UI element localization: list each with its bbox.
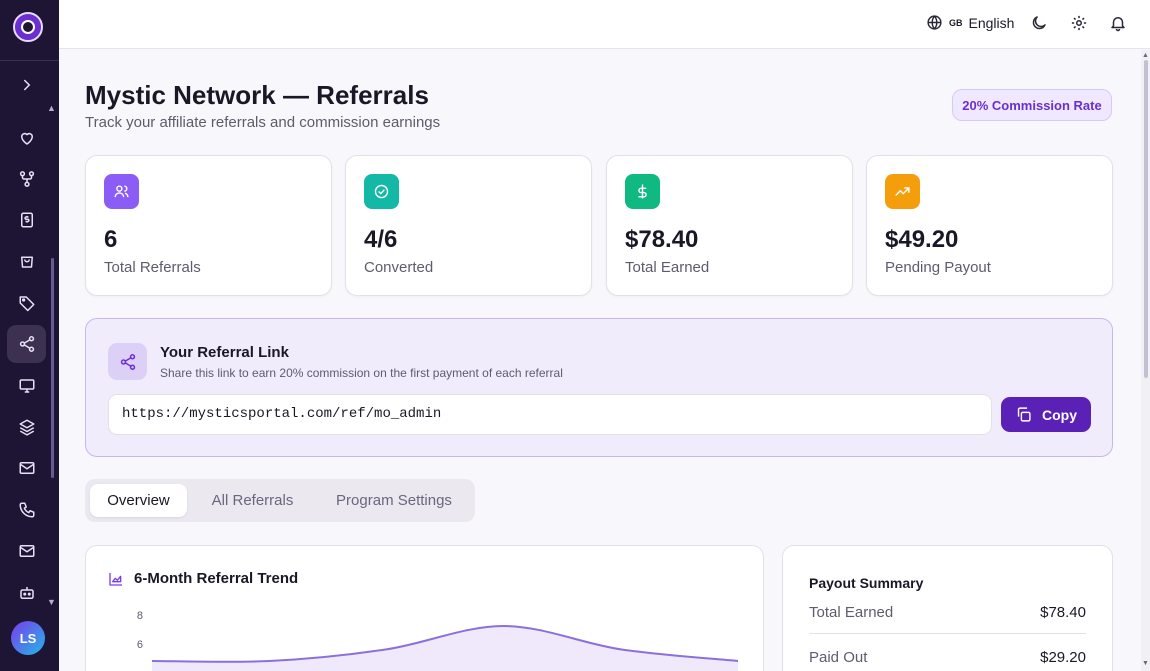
y-tick-label: 8 xyxy=(137,610,143,622)
stat-label: Pending Payout xyxy=(885,259,991,276)
monitor-icon[interactable] xyxy=(14,373,40,399)
sidebar-scrollbar[interactable] xyxy=(51,258,54,478)
commission-rate-badge: 20% Commission Rate xyxy=(952,89,1112,121)
scroll-up-icon[interactable]: ▲ xyxy=(1142,52,1149,59)
globe-icon xyxy=(927,15,942,30)
gear-icon[interactable] xyxy=(1070,14,1090,34)
referral-link-panel: Your Referral Link Share this link to ea… xyxy=(85,318,1113,457)
payout-label: Paid Out xyxy=(809,649,868,666)
check-circle-icon xyxy=(364,174,399,209)
referral-link-description: Share this link to earn 20% commission o… xyxy=(160,366,563,380)
bot-icon[interactable] xyxy=(14,580,40,606)
payout-row-total-earned: Total Earned $78.40 xyxy=(809,604,1086,621)
dollar-icon xyxy=(625,174,660,209)
trend-area xyxy=(152,626,738,671)
stat-value: 6 xyxy=(104,226,118,253)
heart-icon[interactable] xyxy=(14,125,40,151)
tab-program-settings[interactable]: Program Settings xyxy=(318,484,470,517)
stat-card-total-earned: $78.40 Total Earned xyxy=(606,155,853,296)
stat-card-converted: 4/6 Converted xyxy=(345,155,592,296)
page-subtitle: Track your affiliate referrals and commi… xyxy=(85,114,441,131)
language-flag: GB xyxy=(949,17,963,28)
copy-button-label: Copy xyxy=(1042,406,1077,423)
stat-label: Total Earned xyxy=(625,259,710,276)
tab-overview[interactable]: Overview xyxy=(90,484,187,517)
scroll-down-icon[interactable]: ▼ xyxy=(1142,660,1149,667)
layers-icon[interactable] xyxy=(14,414,40,440)
payout-divider xyxy=(809,633,1086,634)
payout-title: Payout Summary xyxy=(809,575,924,591)
copy-button[interactable]: Copy xyxy=(1001,397,1091,432)
sidebar-scroll-up-icon[interactable]: ▲ xyxy=(47,103,56,113)
store-icon[interactable] xyxy=(14,248,40,274)
mail-icon[interactable] xyxy=(14,455,40,481)
main-scrollbar[interactable]: ▲ ▼ xyxy=(1141,50,1150,671)
language-selector[interactable]: GB English xyxy=(926,14,1014,31)
share-icon[interactable] xyxy=(14,331,40,357)
trend-chart: 86 xyxy=(137,610,739,671)
app-logo[interactable] xyxy=(13,12,43,42)
trending-up-icon xyxy=(885,174,920,209)
sidebar: ▲ ▼ LS xyxy=(0,0,59,671)
stat-card-pending-payout: $49.20 Pending Payout xyxy=(866,155,1113,296)
payout-value: $29.20 xyxy=(1040,649,1086,666)
payout-summary-card: Payout Summary Total Earned $78.40 Paid … xyxy=(782,545,1113,671)
payout-label: Total Earned xyxy=(809,604,894,621)
referral-trend-card: 6-Month Referral Trend 86 xyxy=(85,545,764,671)
avatar[interactable]: LS xyxy=(11,621,45,655)
stat-value: $78.40 xyxy=(625,226,699,253)
phone-icon[interactable] xyxy=(14,497,40,523)
tag-icon[interactable] xyxy=(14,290,40,316)
stat-card-total-referrals: 6 Total Referrals xyxy=(85,155,332,296)
network-icon[interactable] xyxy=(14,166,40,192)
language-label: English xyxy=(968,14,1015,31)
stat-label: Total Referrals xyxy=(104,259,201,276)
sidebar-scroll-down-icon[interactable]: ▼ xyxy=(47,597,56,607)
payout-row-paid-out: Paid Out $29.20 xyxy=(809,649,1086,666)
tab-all-referrals[interactable]: All Referrals xyxy=(197,484,308,517)
expand-icon[interactable] xyxy=(14,72,40,98)
page-title: Mystic Network — Referrals xyxy=(85,80,429,110)
share-icon xyxy=(108,343,147,380)
stat-value: $49.20 xyxy=(885,226,959,253)
top-bar: GB English xyxy=(59,0,1150,49)
referral-link-title: Your Referral Link xyxy=(160,344,289,361)
main-content: Mystic Network — Referrals Track your af… xyxy=(59,50,1141,671)
y-tick-label: 6 xyxy=(137,639,143,651)
sidebar-divider xyxy=(0,60,59,61)
moon-icon[interactable] xyxy=(1030,14,1050,34)
tab-bar: Overview All Referrals Program Settings xyxy=(85,479,475,522)
copy-icon xyxy=(1017,407,1031,422)
billing-icon[interactable] xyxy=(14,207,40,233)
referral-link-field[interactable]: https://mysticsportal.com/ref/mo_admin xyxy=(108,394,992,435)
payout-value: $78.40 xyxy=(1040,604,1086,621)
inbox-icon[interactable] xyxy=(14,538,40,564)
stat-label: Converted xyxy=(364,259,434,276)
stat-value: 4/6 xyxy=(364,226,398,253)
users-icon xyxy=(104,174,139,209)
bell-icon[interactable] xyxy=(1109,14,1129,34)
scrollbar-thumb[interactable] xyxy=(1144,60,1148,378)
